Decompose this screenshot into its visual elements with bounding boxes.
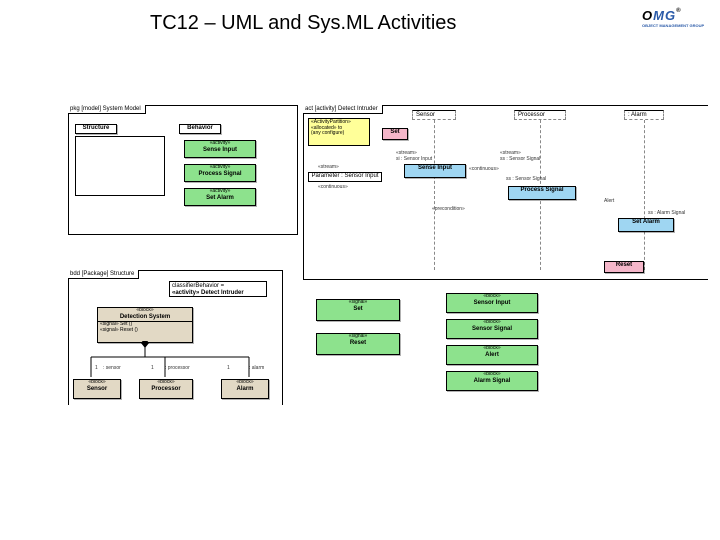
note-line: «activity» Detect Intruder xyxy=(172,290,244,296)
signal-set: «signal» Set xyxy=(316,299,400,321)
label-ss-out: ss : Sensor Signal xyxy=(500,156,540,162)
frame-tag-act: act [activity] Detect Intruder xyxy=(303,105,383,114)
action-process-signal: Process Signal xyxy=(508,186,576,200)
param-label: Parameter : Sensor Input xyxy=(311,173,378,179)
activity-sense-input: «activity» Sense Input xyxy=(184,140,256,158)
structure-body xyxy=(75,136,165,196)
diagram-area: pkg [model] System Model Structure Behav… xyxy=(68,105,708,405)
block-sensor-signal: «block» Sensor Signal xyxy=(446,319,538,339)
action-reset: Reset xyxy=(604,261,644,273)
allocation-note: «ActivityPartition» «allocated» to (any … xyxy=(308,118,370,146)
role-processor: : processor xyxy=(165,365,190,371)
frame-tag-bdd: bdd [Package] Structure xyxy=(68,270,139,279)
activity-label: Set Alarm xyxy=(185,195,255,202)
action-label: Sense Input xyxy=(418,165,452,171)
signal-reset: «signal» Reset xyxy=(316,333,400,355)
label-precondition: «precondition» xyxy=(432,206,465,212)
mult: 1 xyxy=(95,365,98,371)
block-label: Alert xyxy=(447,352,537,359)
block-label: Processor xyxy=(140,386,192,393)
lifeline-processor: Processor xyxy=(514,110,566,120)
block-alert: «block» Alert xyxy=(446,345,538,365)
logo-mg: MG xyxy=(653,8,676,23)
lifeline-label: Sensor xyxy=(416,112,435,118)
label-si-in: si : Sensor Input xyxy=(396,156,432,162)
frame-pkg-model: pkg [model] System Model Structure Behav… xyxy=(68,105,298,235)
frame-bdd-structure: bdd [Package] Structure classifierBehavi… xyxy=(68,270,283,405)
lifeline-alarm: : Alarm xyxy=(624,110,664,120)
sig-line: «signal» Reset () xyxy=(100,327,138,333)
frame-tag-pkg: pkg [model] System Model xyxy=(68,105,146,114)
block-processor: «block» Processor xyxy=(139,379,193,399)
page-title: TC12 – UML and Sys.ML Activities xyxy=(150,12,456,35)
pkg-behavior: Behavior xyxy=(179,124,221,134)
classifier-note: classifierBehavior = «activity» Detect I… xyxy=(169,281,267,297)
logo-sub: OBJECT MANAGEMENT GROUP xyxy=(642,23,710,28)
action-label: Set Alarm xyxy=(632,219,660,225)
activity-set-alarm: «activity» Set Alarm xyxy=(184,188,256,206)
mult: 1 xyxy=(227,365,230,371)
block-sensor: «block» Sensor xyxy=(73,379,121,399)
action-label: Set xyxy=(390,129,399,135)
action-set-alarm: Set Alarm xyxy=(618,218,674,232)
block-label: Sensor Input xyxy=(447,300,537,307)
activity-label: Process Signal xyxy=(185,171,255,178)
activity-label: Sense Input xyxy=(185,147,255,154)
mult: 1 xyxy=(151,365,154,371)
action-sense-input: Sense Input xyxy=(404,164,466,178)
block-alarm-signal: «block» Alarm Signal xyxy=(446,371,538,391)
lifeline-dash xyxy=(644,120,645,270)
note-line: (any configure) xyxy=(311,131,367,137)
logo-reg: ® xyxy=(676,8,681,14)
lifeline-label: : Alarm xyxy=(628,112,647,118)
action-set: Set xyxy=(382,128,408,140)
role-sensor: : sensor xyxy=(103,365,121,371)
block-alarm: «block» Alarm xyxy=(221,379,269,399)
pkg-behavior-label: Behavior xyxy=(187,125,213,131)
signal-label: Reset xyxy=(317,340,399,347)
activity-process-signal: «activity» Process Signal xyxy=(184,164,256,182)
block-label: Sensor xyxy=(74,386,120,393)
action-label: Reset xyxy=(616,262,632,268)
signal-label: Set xyxy=(317,306,399,313)
block-label: Detection System xyxy=(98,314,192,321)
block-sensor-input: «block» Sensor Input xyxy=(446,293,538,313)
pkg-structure: Structure xyxy=(75,124,117,134)
omg-logo: OMG® OBJECT MANAGEMENT GROUP xyxy=(642,8,710,36)
label-continuous: «continuous» xyxy=(469,166,499,172)
block-label: Sensor Signal xyxy=(447,326,537,333)
param-sensor-input: Parameter : Sensor Input xyxy=(308,172,382,182)
block-label: Alarm Signal xyxy=(447,378,537,385)
lifeline-dash xyxy=(434,120,435,270)
frame-act-detect: act [activity] Detect Intruder «Activity… xyxy=(303,105,708,280)
label-alarm-signal: ss : Alarm Signal xyxy=(648,210,685,216)
note-line: classifierBehavior = xyxy=(172,283,224,289)
role-alarm: : alarm xyxy=(249,365,264,371)
pkg-structure-label: Structure xyxy=(83,125,110,131)
label-stream: «stream» xyxy=(318,164,339,170)
lifeline-sensor: Sensor xyxy=(412,110,456,120)
label-ss-out2: ss : Sensor Signal xyxy=(506,176,546,182)
lifeline-label: Processor xyxy=(518,112,545,118)
block-label: Alarm xyxy=(222,386,268,393)
logo-o: O xyxy=(642,8,653,23)
action-label: Process Signal xyxy=(520,187,563,193)
label-continuous: «continuous» xyxy=(318,184,348,190)
block-detection-system: «block» Detection System «signal» Set ()… xyxy=(97,307,193,343)
label-alert: Alert xyxy=(604,198,614,204)
